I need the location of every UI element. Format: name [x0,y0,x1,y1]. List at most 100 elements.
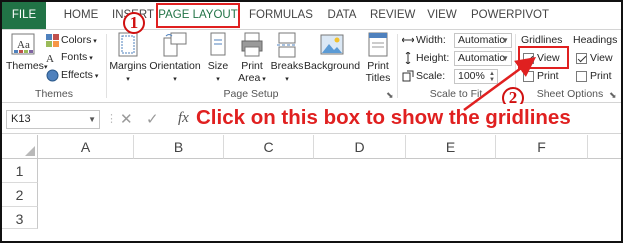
column-header-b[interactable]: B [134,135,224,159]
tab-view[interactable]: VIEW [426,2,458,29]
checkbox-unchecked-icon[interactable] [576,70,587,82]
column-header-d[interactable]: D [314,135,406,159]
worksheet-grid[interactable]: A B C D E F 1 2 3 [2,135,621,241]
scale-label-text: Scale: [416,70,446,82]
print-titles-label-2: Titles [365,72,391,84]
breaks-button[interactable]: Breaks ▾ [270,32,304,86]
gridlines-view-highlight [518,46,569,69]
colors-button[interactable]: Colors ▾ [46,32,97,48]
excel-window: FILE HOME INSERT PAGE LAYOUT FORMULAS DA… [0,0,623,243]
column-header-f[interactable]: F [496,135,588,159]
dropdown-arrow-icon: ▾ [126,76,130,83]
dropdown-arrow-icon: ▼ [501,36,509,45]
margins-icon [118,32,138,57]
page-setup-launcher-icon[interactable]: ⬊ [386,90,394,101]
tab-review[interactable]: REVIEW [370,2,415,29]
step-1-marker: 1 [123,12,145,34]
sheet-options-launcher-icon[interactable]: ⬊ [609,90,617,101]
name-box-value: K13 [11,113,31,125]
width-label-text: Width: [416,34,446,46]
headings-print-label: Print [590,70,612,82]
ribbon: Aa Themes▾ Colors ▾ A Fonts ▾ Effects ▾ T… [2,29,621,103]
dropdown-arrow-icon: ▾ [285,76,289,83]
width-combo[interactable]: Automatic ▼ [454,33,512,48]
tab-page-layout[interactable]: PAGE LAYOUT [156,3,240,28]
enter-icon[interactable]: ✓ [146,110,159,128]
themes-group-label: Themes [35,88,73,100]
checkbox-unchecked-icon[interactable] [523,70,534,82]
print-area-button[interactable]: Print Area ▾ [234,32,270,86]
instruction-annotation: Click on this box to show the gridlines [196,106,571,129]
scale-icon [402,70,414,82]
height-arrows-icon [405,51,411,65]
tab-data[interactable]: DATA [324,2,360,29]
colors-label: Colors [61,34,92,46]
scale-spinner[interactable]: 100% ▲ ▼ [454,69,498,84]
row-header-1[interactable]: 1 [2,159,38,183]
headings-print-checkbox[interactable]: Print [576,68,612,84]
colors-icon [46,33,59,47]
fonts-button[interactable]: A Fonts ▾ [46,49,93,65]
group-separator [397,34,398,98]
height-label: Height: [402,50,449,66]
fonts-label: Fonts [61,51,88,63]
scale-label: Scale: [402,68,445,84]
themes-button[interactable]: Aa Themes▾ [6,32,47,74]
orientation-button[interactable]: Orientation ▾ [148,32,202,86]
headings-view-label: View [590,52,613,64]
height-combo[interactable]: Automatic ▼ [454,51,512,66]
effects-button[interactable]: Effects ▾ [46,67,98,83]
print-titles-button[interactable]: Print Titles [362,32,394,84]
background-button[interactable]: Background [304,32,360,72]
background-label: Background [304,60,361,72]
cancel-icon[interactable]: ✕ [120,110,133,128]
column-header-partial [588,135,621,159]
print-area-icon [241,32,263,57]
width-value: Automatic [458,34,505,46]
column-header-a[interactable]: A [38,135,134,159]
column-header-c[interactable]: C [224,135,314,159]
print-area-label-2: Area [238,72,261,84]
effects-label: Effects [61,69,93,81]
page-setup-group-label: Page Setup [223,88,279,100]
themes-icon: Aa [11,33,35,55]
orientation-icon [163,32,187,57]
select-all-corner[interactable] [2,135,38,159]
margins-label: Margins [109,60,147,72]
breaks-icon [277,32,297,58]
tab-formulas[interactable]: FORMULAS [249,2,313,29]
width-arrows-icon [401,37,415,43]
tab-powerpivot[interactable]: POWERPIVOT [470,2,550,29]
dropdown-arrow-icon: ▼ [88,115,96,124]
dropdown-arrow-icon: ▼ [501,54,509,63]
formula-bar: K13 ▼ ⋮ ✕ ✓ fx Click on this box to show … [2,104,621,134]
print-area-label: Print [241,60,263,72]
tab-file[interactable]: FILE [2,2,46,29]
size-icon [210,32,226,56]
themes-label: Themes [6,60,44,72]
insert-function-icon[interactable]: fx [178,110,189,127]
name-box[interactable]: K13 ▼ [6,110,100,129]
row-header-2[interactable]: 2 [2,183,38,207]
dropdown-arrow-icon: ▾ [87,55,93,62]
margins-button[interactable]: Margins ▾ [109,32,147,86]
size-button[interactable]: Size ▾ [205,32,231,86]
background-icon [320,34,344,55]
effects-icon [46,69,59,82]
dropdown-arrow-icon: ▾ [216,76,220,83]
checkbox-checked-icon[interactable] [576,52,587,64]
breaks-label: Breaks [270,60,304,72]
print-titles-icon [368,32,388,57]
tab-home[interactable]: HOME [58,2,104,29]
dropdown-arrow-icon: ▾ [91,38,97,45]
scale-to-fit-group-label: Scale to Fit [429,88,483,100]
headings-view-checkbox[interactable]: View [576,50,613,66]
column-header-e[interactable]: E [406,135,496,159]
gridlines-print-checkbox[interactable]: Print [523,68,559,84]
svg-text:Aa: Aa [17,39,30,51]
spinner-arrows-icon[interactable]: ▲ ▼ [489,71,495,83]
gridlines-print-label: Print [537,70,559,82]
row-header-3[interactable]: 3 [2,207,38,229]
size-label: Size [207,60,229,72]
dropdown-arrow-icon: ▾ [260,76,266,83]
